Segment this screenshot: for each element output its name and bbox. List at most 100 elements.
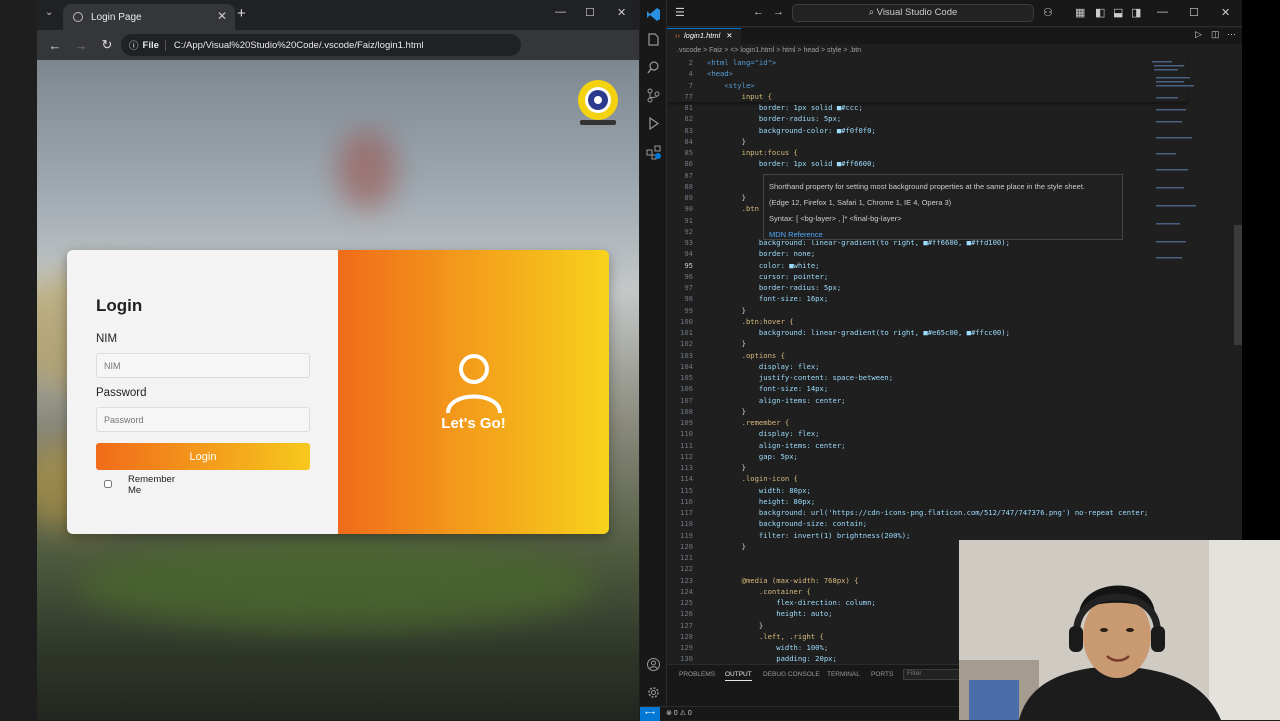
line-number: 98 (684, 294, 693, 304)
code-line[interactable]: 83 background-color: ■#f0f0f0; (667, 125, 1187, 136)
code-line[interactable]: 106 font-size: 14px; (667, 383, 1187, 394)
tab-debug-console[interactable]: DEBUG CONSOLE (763, 671, 820, 678)
window-close-icon[interactable]: ✕ (617, 6, 626, 19)
site-info-icon[interactable]: ⓘ (129, 38, 139, 52)
remember-me-checkbox[interactable] (104, 480, 112, 488)
code-line[interactable]: 101 background: linear-gradient(to right… (667, 327, 1187, 338)
run-debug-icon[interactable] (646, 116, 661, 131)
account-icon[interactable] (646, 657, 661, 672)
tab-search-icon[interactable]: ⌄ (45, 7, 53, 18)
code-line[interactable]: 99 } (667, 305, 1187, 316)
toggle-secondary-sidebar-icon[interactable]: ◨ (1131, 6, 1141, 19)
address-toolbar: ← → ↻ ⓘ File C:/App/Visual%20Studio%20Co… (37, 30, 639, 83)
tab-ports[interactable]: PORTS (871, 671, 893, 678)
back-icon[interactable]: ← (47, 38, 63, 53)
line-code: background-size: contain; (707, 519, 868, 529)
code-line[interactable]: 96 cursor: pointer; (667, 271, 1187, 282)
maximize-icon[interactable]: ☐ (585, 6, 595, 19)
code-line[interactable]: 104 display: flex; (667, 361, 1187, 372)
source-control-icon[interactable] (646, 88, 661, 103)
code-line[interactable]: 98 font-size: 16px; (667, 293, 1187, 304)
tab-login1-html[interactable]: ‹› login1.html ✕ (667, 28, 741, 44)
vscode-maximize-icon[interactable]: ☐ (1189, 6, 1199, 19)
tab-output[interactable]: OUTPUT (725, 671, 752, 681)
vscode-minimize-icon[interactable]: — (1157, 6, 1168, 18)
code-line[interactable]: 4 <head> (667, 68, 1187, 80)
code-line[interactable]: 77 input { (667, 90, 1187, 102)
new-tab-icon[interactable]: + (237, 5, 246, 22)
code-line[interactable]: 107 align-items: center; (667, 395, 1187, 406)
code-line[interactable]: 82 border-radius: 5px; (667, 113, 1187, 124)
code-line[interactable]: 95 color: ■white; (667, 260, 1187, 271)
breadcrumb[interactable]: .vscode > Faiz > <> login1.html > html >… (667, 45, 1242, 57)
code-line[interactable]: 115 width: 80px; (667, 485, 1187, 496)
code-line[interactable]: 110 display: flex; (667, 428, 1187, 439)
tab-close-icon[interactable]: ✕ (726, 31, 732, 40)
toggle-sidebar-icon[interactable]: ◧ (1095, 6, 1105, 19)
code-line[interactable]: 105 justify-content: space-between; (667, 372, 1187, 383)
code-line[interactable]: 103 .options { (667, 350, 1187, 361)
reload-icon[interactable]: ↻ (99, 37, 115, 53)
line-code: gap: 5px; (707, 451, 798, 461)
nim-input[interactable] (96, 353, 310, 378)
vscode-close-icon[interactable]: ✕ (1221, 6, 1230, 19)
address-bar[interactable]: ⓘ File C:/App/Visual%20Studio%20Code/.vs… (121, 34, 521, 56)
line-code: } (707, 620, 764, 630)
nav-forward-icon[interactable]: → (773, 6, 784, 18)
code-line[interactable]: 116 height: 80px; (667, 496, 1187, 507)
mdn-reference-link[interactable]: MDN Reference (769, 227, 1117, 243)
nav-back-icon[interactable]: ← (753, 6, 764, 18)
code-line[interactable]: 118 background-size: contain; (667, 518, 1187, 529)
settings-gear-icon[interactable] (646, 685, 661, 700)
code-line[interactable]: 113 } (667, 462, 1187, 473)
forward-icon[interactable]: → (73, 38, 89, 53)
code-line[interactable]: 100 .btn:hover { (667, 316, 1187, 327)
login-button[interactable]: Login (96, 443, 310, 470)
minimap[interactable] (1150, 57, 1202, 277)
problems-count[interactable]: ⊗ 0 ⚠ 0 (666, 709, 692, 717)
hover-tooltip: Shorthand property for setting most back… (763, 174, 1123, 240)
code-line[interactable]: 109 .remember { (667, 417, 1187, 428)
menu-hamburger-icon[interactable]: ☰ (675, 6, 685, 19)
extensions-icon[interactable] (646, 145, 661, 160)
remote-indicator-icon[interactable]: ⟷ (640, 707, 660, 721)
more-actions-icon[interactable]: ⋯ (1227, 29, 1236, 40)
code-line[interactable]: 85 input:focus { (667, 147, 1187, 158)
browser-tab[interactable]: Login Page ✕ (63, 4, 235, 30)
code-line[interactable]: 112 gap: 5px; (667, 451, 1187, 462)
code-line[interactable]: 84 } (667, 136, 1187, 147)
split-editor-icon[interactable]: ◫ (1211, 29, 1220, 40)
command-center-search[interactable]: ⌕ Visual Studio Code (792, 4, 1034, 22)
output-filter-input[interactable]: Filter (903, 669, 963, 680)
code-line[interactable]: 81 border: 1px solid ■#ccc; (667, 102, 1187, 113)
line-code: } (707, 305, 746, 315)
search-icon[interactable] (646, 60, 661, 75)
code-line[interactable]: 94 border: none; (667, 248, 1187, 259)
line-number: 109 (680, 418, 693, 427)
webcam-overlay (959, 540, 1280, 720)
layout-customize-icon[interactable]: ▦ (1075, 6, 1085, 19)
code-line[interactable]: 86 border: 1px solid ■#ff6600; (667, 158, 1187, 169)
explorer-icon[interactable] (646, 32, 661, 47)
url-text[interactable]: C:/App/Visual%20Studio%20Code/.vscode/Fa… (174, 40, 424, 51)
code-line[interactable]: 117 background: url('https://cdn-icons-p… (667, 507, 1187, 518)
code-line[interactable]: 2 <html lang="id"> (667, 57, 1187, 69)
copilot-icon[interactable]: ⚇ (1043, 6, 1053, 19)
tab-terminal[interactable]: TERMINAL (827, 671, 860, 678)
code-line[interactable]: 102 } (667, 338, 1187, 349)
tab-problems[interactable]: PROBLEMS (679, 671, 715, 678)
scroll-thumb[interactable] (1234, 225, 1242, 345)
tab-close-icon[interactable]: ✕ (217, 9, 227, 23)
code-line[interactable]: 111 align-items: center; (667, 440, 1187, 451)
line-number: 113 (680, 463, 693, 472)
code-line[interactable]: 108 } (667, 406, 1187, 417)
code-line[interactable]: 97 border-radius: 5px; (667, 282, 1187, 293)
line-code: border: 1px solid ■#ff6600; (707, 159, 876, 169)
password-input[interactable] (96, 407, 310, 432)
line-code: <html lang="id"> (707, 58, 777, 67)
run-icon[interactable]: ▷ (1195, 29, 1202, 40)
code-line[interactable]: 7 <style> (667, 79, 1187, 91)
code-line[interactable]: 114 .login-icon { (667, 473, 1187, 484)
minimize-icon[interactable]: — (555, 6, 566, 18)
toggle-panel-icon[interactable]: ⬓ (1113, 6, 1123, 19)
